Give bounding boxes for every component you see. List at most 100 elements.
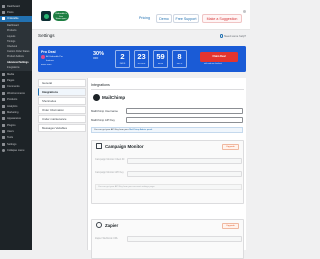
sidebar-item-label: Marketing [7, 111, 18, 114]
campaign-monitor-card: Campaign Monitor Upgrade Campaign Monito… [91, 140, 244, 204]
live-status-badge[interactable]: Orderable is Live Store open [53, 11, 69, 21]
mailchimp-username-label: MailChimp Username [91, 109, 118, 113]
zapier-webhook-label: Zapier Webhook URL [95, 237, 125, 240]
submenu-label: Dashboard [7, 24, 19, 27]
claim-deal-note: with code on checkout [204, 63, 222, 65]
orderable-header: Orderable is Live Store open Pricing Dem… [32, 0, 250, 30]
campaign-monitor-api-key-input[interactable] [127, 171, 242, 177]
admin-sidebar: Dashboard Posts Orderable Dashboard Prod… [0, 0, 32, 250]
countdown-secs: 8 SECS [172, 50, 187, 68]
tab-shortcodes[interactable]: Shortcodes [38, 97, 86, 105]
make-suggestion-link[interactable]: Make a Suggestion [202, 14, 242, 23]
megaphone-icon [2, 111, 5, 114]
campaign-monitor-upgrade-button[interactable]: Upgrade [222, 144, 239, 150]
mailchimp-username-input[interactable] [126, 108, 243, 114]
tab-under-maintenance[interactable]: Under maintenance [38, 115, 86, 123]
mailchimp-icon [93, 94, 100, 101]
countdown-value: 8 [173, 51, 186, 63]
countdown-value: 59 [154, 51, 167, 63]
discount-label: OFF [93, 57, 109, 60]
submenu-label: Layouts [7, 35, 15, 38]
mailchimp-title: MailChimp [102, 95, 125, 100]
submenu-label: Timings [7, 40, 15, 43]
countdown-value: 2 [116, 51, 129, 63]
live-status-sub: Store open [53, 18, 69, 21]
integrations-heading: Integrations [91, 83, 110, 87]
sidebar-item-label: Posts [7, 11, 14, 14]
comment-icon [2, 85, 5, 88]
submenu-label: Custom Order Status [7, 50, 29, 53]
mailchimp-api-key-input[interactable] [126, 117, 243, 123]
brush-icon [2, 117, 5, 120]
sidebar-item-label: Collapse menu [7, 149, 24, 152]
campaign-monitor-client-id-label: Campaign Monitor Client ID [95, 158, 125, 161]
zapier-webhook-input[interactable] [127, 236, 242, 242]
mailchimp-api-key-label: MailChimp API Key [91, 118, 115, 122]
settings-tabs: General Integrations Shortcodes Order In… [38, 79, 86, 133]
demo-link[interactable]: Demo [156, 14, 172, 23]
countdown-unit: MINS [154, 63, 167, 65]
submenu-label: Integrations [7, 66, 20, 69]
zapier-icon [96, 222, 102, 228]
promo-line-1: All Orderable Pro [46, 56, 63, 58]
countdown-unit: HOURS [135, 63, 148, 65]
sidebar-collapse-menu[interactable]: Collapse menu [0, 148, 32, 154]
mailchimp-admin-link[interactable]: MailChimp Admin panel. [129, 129, 153, 131]
page-title: Settings [38, 33, 55, 38]
sidebar-item-label: Users [7, 130, 14, 133]
zapier-upgrade-button[interactable]: Upgrade [222, 223, 239, 229]
sidebar-item-label: Tools [7, 136, 13, 139]
sidebar-item-label: Products [7, 98, 17, 101]
help-icon [220, 34, 223, 37]
sidebar-item-label: Comments [7, 85, 20, 88]
pricing-link[interactable]: Pricing [136, 14, 153, 23]
zapier-title: Zapier [105, 223, 118, 228]
tab-order-information[interactable]: Order Information [38, 106, 86, 114]
countdown-value: 23 [135, 51, 148, 63]
tab-integrations[interactable]: Integrations [38, 88, 86, 96]
sidebar-item-label: WooCommerce [7, 92, 25, 95]
claim-deal-button[interactable]: Claim Deal [200, 52, 238, 62]
campaign-monitor-icon [96, 143, 102, 149]
campaign-monitor-api-key-label: Campaign Monitor API Key [95, 171, 125, 174]
free-support-link[interactable]: Free Support [173, 14, 199, 23]
wrench-icon [2, 136, 5, 139]
promo-line-3: Ends soon [41, 64, 51, 66]
woocommerce-icon [2, 92, 5, 95]
discount-badge: 30% OFF [93, 51, 109, 60]
countdown-unit: DAYS [116, 63, 129, 65]
page-icon [2, 79, 5, 82]
sidebar-item-label: Pages [7, 79, 14, 82]
mailchimp-api-note: You can get your API Key from your MailC… [91, 127, 243, 133]
tab-general[interactable]: General [38, 79, 86, 87]
settings-icon [2, 143, 5, 146]
submenu-label: Products [7, 29, 16, 32]
submenu-integrations[interactable]: Integrations [0, 65, 32, 70]
help-label: Need some help? [224, 34, 246, 38]
tab-messages-variables[interactable]: Messages Variables [38, 124, 86, 132]
sidebar-submenu: Dashboard Products Layouts Timings Check… [0, 22, 32, 71]
chart-icon [2, 105, 5, 108]
help-link[interactable]: Need some help? [220, 34, 246, 38]
sidebar-item-label: Media [7, 73, 14, 76]
campaign-monitor-title: Campaign Monitor [105, 144, 144, 149]
orderable-logo [41, 11, 51, 21]
collapse-icon [2, 149, 5, 152]
campaign-monitor-client-id-input[interactable] [127, 158, 242, 164]
sidebar-item-label: Dashboard [7, 5, 20, 8]
zapier-card: Zapier Upgrade Zapier Webhook URL [91, 219, 244, 259]
media-icon [2, 73, 5, 76]
user-icon [2, 130, 5, 133]
sidebar-item-label: Settings [7, 143, 16, 146]
sidebar-item-label: Plugins [7, 124, 16, 127]
archive-icon [2, 98, 5, 101]
user-avatar[interactable] [243, 10, 246, 13]
countdown-mins: 59 MINS [153, 50, 168, 68]
sidebar-item-label: Appearance [7, 117, 21, 120]
integrations-panel: Integrations MailChimp MailChimp Usernam… [87, 78, 246, 250]
promo-line-2: features [46, 60, 54, 62]
promo-thumbnail [41, 55, 45, 59]
mailchimp-note-text: You can get your API Key from your [94, 129, 129, 131]
orderable-icon [2, 17, 5, 20]
submenu-label: Product Addons [7, 55, 24, 58]
